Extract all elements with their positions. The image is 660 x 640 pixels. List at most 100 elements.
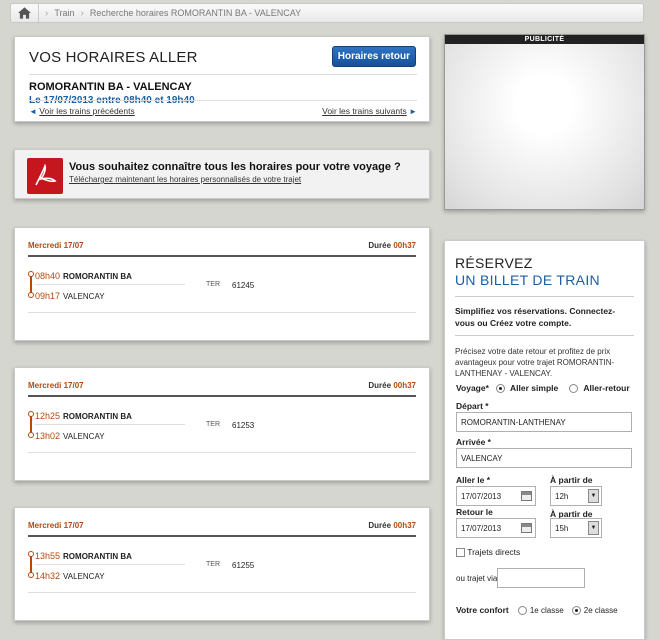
breadcrumb: › Train › Recherche horaires ROMORANTIN … <box>10 3 644 23</box>
train-result-card[interactable]: Mercredi 17/07 Durée 00h37 08h40 ROMORANT… <box>14 227 430 341</box>
arrival-station: VALENCAY <box>63 572 105 581</box>
arrival-station: VALENCAY <box>63 292 105 301</box>
return-hour-value: 15h <box>555 523 569 533</box>
departure-dot-icon <box>28 551 34 557</box>
arrival-dot-icon <box>28 432 34 438</box>
reservation-description: Précisez votre date retour et profitez d… <box>455 347 615 378</box>
direct-trips-option[interactable]: Trajets directs <box>456 547 520 558</box>
arrow-left-icon: ◄ <box>29 107 37 116</box>
arrival-dot-icon <box>28 572 34 578</box>
reservation-panel: RÉSERVEZ UN BILLET DE TRAIN Simplifiez v… <box>444 240 645 640</box>
train-result-card[interactable]: Mercredi 17/07 Durée 00h37 12h25 ROMORANT… <box>14 367 430 481</box>
return-date-input[interactable]: 17/07/2013 <box>456 518 536 538</box>
outbound-hour-select[interactable]: 12h ▼ <box>550 486 602 506</box>
pdf-download-link[interactable]: Téléchargez maintenant les horaires pers… <box>69 175 301 184</box>
pdf-download-banner: Vous souhaitez connaître tous les horair… <box>14 149 430 199</box>
voyage-label: Voyage* <box>456 383 489 393</box>
round-trip-radio[interactable] <box>569 383 579 393</box>
home-icon[interactable] <box>11 4 39 22</box>
train-type: TER <box>206 561 220 568</box>
one-way-label[interactable]: Aller simple <box>510 383 558 393</box>
departure-input[interactable]: ROMORANTIN-LANTHENAY <box>456 412 632 432</box>
duration-value: 00h37 <box>393 521 416 530</box>
duration-label: Durée <box>368 521 392 530</box>
arrival-input[interactable]: VALENCAY <box>456 448 632 468</box>
return-hour-select[interactable]: 15h ▼ <box>550 518 602 538</box>
first-class-radio[interactable] <box>517 605 527 615</box>
via-input[interactable] <box>497 568 585 588</box>
train-day: Mercredi 17/07 <box>28 381 84 390</box>
first-class-label[interactable]: 1e classe <box>530 606 564 615</box>
train-duration: Durée 00h37 <box>368 241 416 255</box>
round-trip-label[interactable]: Aller-retour <box>583 383 629 393</box>
ad-label: PUBLICITÉ <box>445 35 644 44</box>
breadcrumb-item-search: Recherche horaires ROMORANTIN BA - VALEN… <box>89 8 302 18</box>
schedule-header-panel: VOS HORAIRES ALLER Horaires retour ROMOR… <box>14 36 430 122</box>
duration-value: 00h37 <box>393 241 416 250</box>
departure-label: Départ * <box>456 401 489 411</box>
departure-station: ROMORANTIN BA <box>63 552 132 561</box>
second-class-label[interactable]: 2e classe <box>584 606 618 615</box>
route-title: ROMORANTIN BA - VALENCAY <box>29 74 417 93</box>
arrival: 14h32 VALENCAY <box>35 571 105 581</box>
reservation-subtitle: UN BILLET DE TRAIN <box>455 272 600 288</box>
departure-time: 13h55 <box>35 551 61 561</box>
departure: 13h55 ROMORANTIN BA <box>35 551 132 561</box>
next-trains[interactable]: Voir les trains suivants ► <box>322 106 417 116</box>
train-navigation: ◄ Voir les trains précédents Voir les tr… <box>29 100 417 116</box>
train-card-header: Mercredi 17/07 Durée 00h37 <box>28 241 416 257</box>
arrival-time: 13h02 <box>35 431 61 441</box>
train-number: 61245 <box>232 281 255 290</box>
train-duration: Durée 00h37 <box>368 381 416 395</box>
divider <box>35 564 185 565</box>
departure-station: ROMORANTIN BA <box>63 272 132 281</box>
train-result-card[interactable]: Mercredi 17/07 Durée 00h37 13h55 ROMORANT… <box>14 507 430 621</box>
divider <box>35 424 185 425</box>
departure-time: 08h40 <box>35 271 61 281</box>
one-way-radio[interactable] <box>495 383 505 393</box>
trip-type-group: Voyage* Aller simple Aller-retour <box>456 382 636 394</box>
login-prompt[interactable]: Simplifiez vos réservations. Connectez-v… <box>455 305 634 329</box>
train-day: Mercredi 17/07 <box>28 241 84 250</box>
arrival-station: VALENCAY <box>63 432 105 441</box>
calendar-icon[interactable] <box>521 491 532 501</box>
train-day: Mercredi 17/07 <box>28 521 84 530</box>
reservation-title: RÉSERVEZ <box>455 255 533 271</box>
train-card-header: Mercredi 17/07 Durée 00h37 <box>28 521 416 537</box>
advertisement[interactable]: PUBLICITÉ <box>444 34 645 210</box>
train-duration: Durée 00h37 <box>368 521 416 535</box>
arrow-right-icon: ► <box>409 107 417 116</box>
previous-trains[interactable]: ◄ Voir les trains précédents <box>29 106 135 116</box>
direct-trips-label[interactable]: Trajets directs <box>467 547 520 557</box>
departure-dot-icon <box>28 271 34 277</box>
breadcrumb-separator: › <box>80 7 84 19</box>
second-class-radio[interactable] <box>571 605 581 615</box>
next-trains-link[interactable]: Voir les trains suivants <box>322 106 407 116</box>
breadcrumb-item-train[interactable]: Train <box>54 8 74 18</box>
via-label: ou trajet via <box>456 574 498 583</box>
chevron-down-icon: ▼ <box>588 489 599 503</box>
calendar-icon[interactable] <box>521 523 532 533</box>
outbound-date-input[interactable]: 17/07/2013 <box>456 486 536 506</box>
train-card-header: Mercredi 17/07 Durée 00h37 <box>28 381 416 397</box>
pdf-icon[interactable] <box>27 158 63 194</box>
chevron-down-icon: ▼ <box>588 521 599 535</box>
previous-trains-link[interactable]: Voir les trains précédents <box>39 106 134 116</box>
comfort-label: Votre confort <box>456 605 509 615</box>
outbound-hour-value: 12h <box>555 491 569 501</box>
arrival-dot-icon <box>28 292 34 298</box>
return-date-value: 17/07/2013 <box>461 523 502 533</box>
divider <box>455 296 634 297</box>
outbound-date-value: 17/07/2013 <box>461 491 502 501</box>
direct-trips-checkbox[interactable] <box>456 548 465 558</box>
return-schedules-button[interactable]: Horaires retour <box>331 46 416 67</box>
outbound-date-label: Aller le * <box>456 475 491 485</box>
breadcrumb-separator: › <box>45 7 49 19</box>
train-number: 61253 <box>232 421 255 430</box>
comfort-group: Votre confort 1e classe 2e classe <box>456 604 636 616</box>
departure-time: 12h25 <box>35 411 61 421</box>
arrival-label: Arrivée * <box>456 437 491 447</box>
arrival: 09h17 VALENCAY <box>35 291 105 301</box>
arrival-time: 14h32 <box>35 571 61 581</box>
return-date-label: Retour le <box>456 507 493 517</box>
